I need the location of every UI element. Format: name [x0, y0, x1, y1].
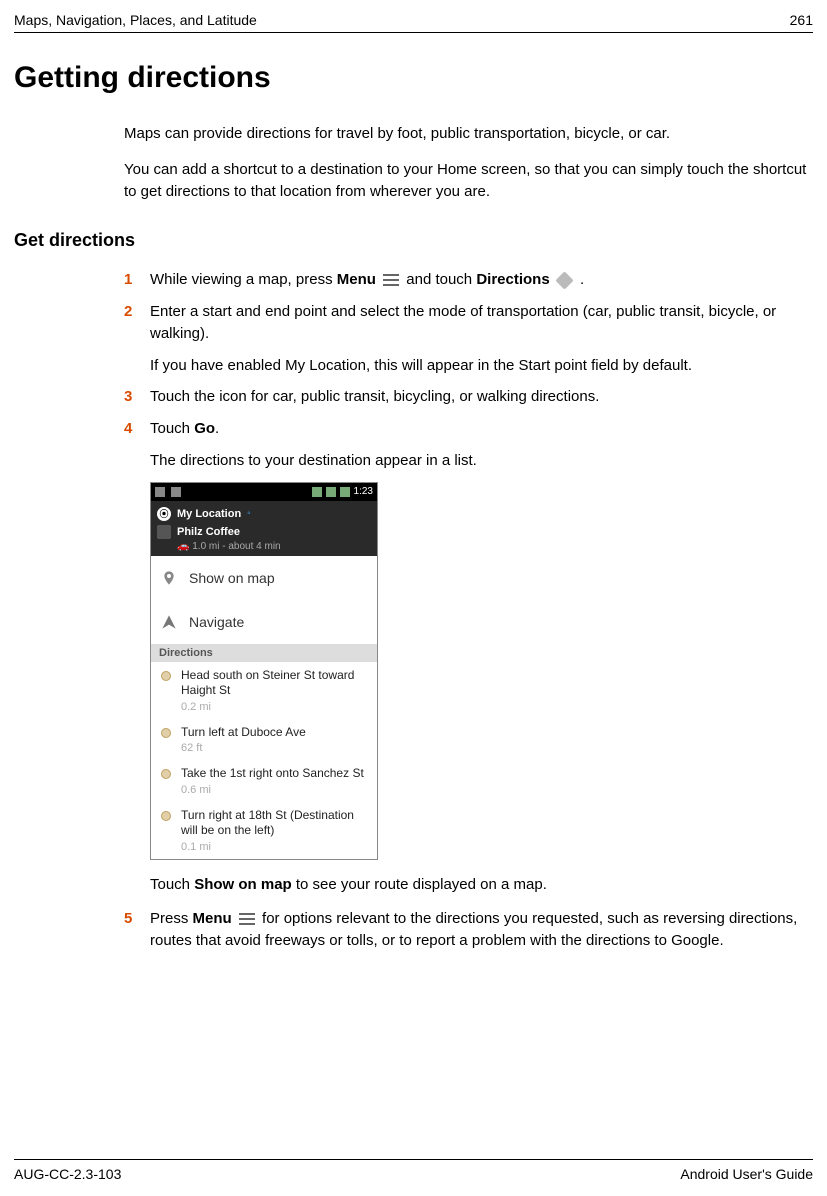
status-icon [171, 487, 181, 497]
show-on-map-row[interactable]: Show on map [151, 556, 377, 600]
step-number: 3 [124, 386, 150, 408]
destination-label: Philz Coffee [177, 526, 240, 538]
step-number: 5 [124, 908, 150, 952]
origin-icon: ⦿ [157, 507, 171, 521]
step-1: 1 While viewing a map, press Menu and to… [124, 269, 813, 291]
directions-label: Directions [476, 271, 549, 288]
intro-para-2: You can add a shortcut to a destination … [124, 159, 813, 203]
phone-screenshot: 1:23 ⦿ My Location ◦ Philz Coffee 🚗 1.0 … [150, 482, 378, 861]
step-text: Touch [150, 420, 194, 437]
navigate-icon [161, 614, 177, 630]
step-content: Press Menu for options relevant to the d… [150, 908, 813, 952]
signal-icon [312, 487, 322, 497]
step-content: While viewing a map, press Menu and touc… [150, 269, 813, 291]
step-number: 4 [124, 418, 150, 472]
step-2: 2 Enter a start and end point and select… [124, 301, 813, 376]
menu-icon [239, 912, 255, 926]
direction-text: Turn left at Duboce Ave [181, 725, 306, 741]
menu-label: Menu [193, 910, 232, 927]
direction-text: Take the 1st right onto Sanchez St [181, 766, 364, 782]
directions-section-label: Directions [151, 644, 377, 662]
step-text: Touch [150, 876, 194, 893]
direction-text: Head south on Steiner St toward Haight S… [181, 668, 367, 699]
direction-distance: 62 ft [181, 742, 377, 760]
step-text: Enter a start and end point and select t… [150, 301, 813, 345]
step-5: 5 Press Menu for options relevant to the… [124, 908, 813, 952]
footer-guide: Android User's Guide [680, 1166, 813, 1182]
intro-para-1: Maps can provide directions for travel b… [124, 123, 813, 145]
direction-dot-icon [161, 811, 171, 821]
step-text: If you have enabled My Location, this wi… [150, 355, 813, 377]
header-section: Maps, Navigation, Places, and Latitude [14, 12, 257, 28]
status-bar: 1:23 [151, 483, 377, 501]
pin-icon [161, 570, 177, 586]
direction-distance: 0.2 mi [181, 701, 377, 719]
destination-icon [157, 525, 171, 539]
route-header: ⦿ My Location ◦ Philz Coffee 🚗 1.0 mi - … [151, 501, 377, 556]
origin-label: My Location [177, 508, 241, 520]
step-text: The directions to your destination appea… [150, 450, 813, 472]
status-time: 1:23 [354, 486, 373, 497]
page-header: Maps, Navigation, Places, and Latitude 2… [14, 12, 813, 33]
step-content: Touch Go. The directions to your destina… [150, 418, 813, 472]
step-number: 1 [124, 269, 150, 291]
direction-dot-icon [161, 769, 171, 779]
direction-text: Turn right at 18th St (Destination will … [181, 808, 367, 839]
direction-row[interactable]: Turn right at 18th St (Destination will … [151, 802, 377, 841]
directions-icon [556, 271, 574, 289]
navigate-row[interactable]: Navigate [151, 600, 377, 644]
section-heading: Get directions [14, 230, 813, 251]
step-text: and touch [402, 271, 476, 288]
direction-distance: 0.1 mi [181, 841, 377, 859]
step-3: 3 Touch the icon for car, public transit… [124, 386, 813, 408]
show-on-map-bold: Show on map [194, 876, 292, 893]
go-label: Go [194, 420, 215, 437]
battery-icon [340, 487, 350, 497]
direction-row[interactable]: Head south on Steiner St toward Haight S… [151, 662, 377, 701]
step-text: While viewing a map, press [150, 271, 337, 288]
page-footer: AUG-CC-2.3-103 Android User's Guide [14, 1159, 813, 1182]
direction-dot-icon [161, 671, 171, 681]
show-on-map-label: Show on map [189, 570, 275, 586]
direction-row[interactable]: Turn left at Duboce Ave [151, 719, 377, 743]
menu-icon [383, 273, 399, 287]
direction-dot-icon [161, 728, 171, 738]
step-text: . [576, 271, 584, 288]
step-content: Enter a start and end point and select t… [150, 301, 813, 376]
step-4: 4 Touch Go. The directions to your desti… [124, 418, 813, 472]
step-text: Touch the icon for car, public transit, … [150, 386, 813, 408]
step-number: 2 [124, 301, 150, 376]
footer-doc-id: AUG-CC-2.3-103 [14, 1166, 121, 1182]
wifi-icon [326, 487, 336, 497]
step-text: Press [150, 910, 193, 927]
page-title: Getting directions [14, 61, 813, 95]
direction-distance: 0.6 mi [181, 784, 377, 802]
navigate-label: Navigate [189, 614, 244, 630]
step-text: . [215, 420, 219, 437]
car-icon: 🚗 [177, 541, 189, 552]
menu-label: Menu [337, 271, 376, 288]
destination-sub: 1.0 mi - about 4 min [192, 541, 280, 552]
status-icon [155, 487, 165, 497]
header-page-number: 261 [790, 12, 813, 28]
step-4-followup: Touch Show on map to see your route disp… [150, 874, 813, 896]
location-dot-icon: ◦ [247, 508, 251, 519]
direction-row[interactable]: Take the 1st right onto Sanchez St [151, 760, 377, 784]
step-text: to see your route displayed on a map. [292, 876, 547, 893]
